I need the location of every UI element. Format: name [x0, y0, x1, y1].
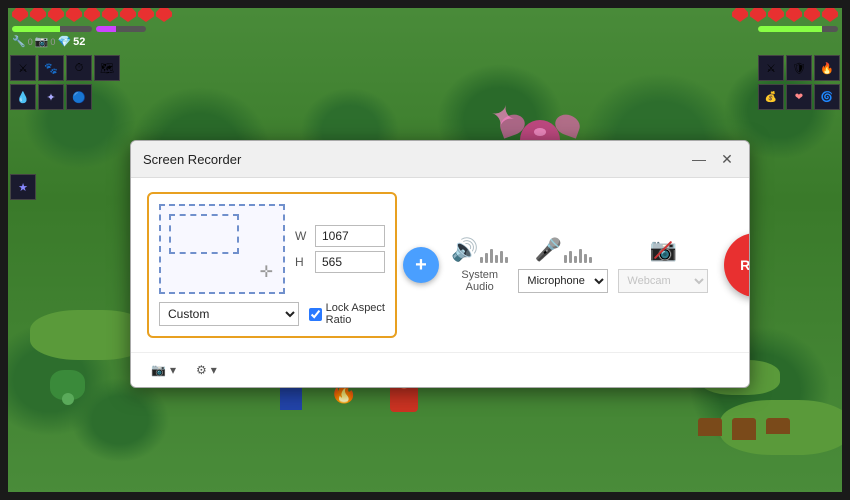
screenshot-chevron: ▾ [170, 363, 176, 377]
enemy-turtle [50, 370, 85, 400]
lock-aspect-text: Lock AspectRatio [326, 302, 385, 326]
heart [156, 8, 172, 22]
add-source-button[interactable]: + [403, 247, 439, 283]
settings-icon: ⚙ [196, 363, 207, 377]
microphone-icon-group: 🎤 [535, 237, 592, 263]
heart [120, 8, 136, 22]
minimize-button[interactable]: — [689, 149, 709, 169]
hud-icon-right: 💰 [758, 84, 784, 110]
heart [768, 8, 784, 22]
dialog-controls: — ✕ [689, 149, 737, 169]
hud-icon-right: 🛡 [786, 55, 812, 81]
settings-toolbar-button[interactable]: ⚙ ▾ [192, 361, 221, 379]
vol-dot [495, 255, 498, 263]
game-background: 🔧 0 📷 0 💎 52 [0, 0, 850, 500]
vol-dot [505, 257, 508, 263]
rec-label: REC [740, 257, 750, 273]
lock-aspect-label[interactable]: Lock AspectRatio [309, 302, 385, 326]
hud-icon: ⏱ [66, 55, 92, 81]
rec-button[interactable]: REC [724, 233, 750, 297]
heart [84, 8, 100, 22]
vol-dot [569, 251, 572, 263]
heart [12, 8, 28, 22]
vol-dot [490, 249, 493, 263]
heart [732, 8, 748, 22]
width-label: W [295, 229, 309, 243]
dialog-toolbar: 📷 ▾ ⚙ ▾ [131, 352, 749, 387]
mic-volume-dots [564, 249, 592, 263]
vol-dot [579, 249, 582, 263]
width-input[interactable] [315, 225, 385, 247]
vol-dot [564, 255, 567, 263]
heart [30, 8, 46, 22]
heart [786, 8, 802, 22]
hud-top: 🔧 0 📷 0 💎 52 [0, 8, 850, 48]
microphone-item: 🎤 Microphone [518, 237, 608, 293]
heart [48, 8, 64, 22]
screenshot-toolbar-button[interactable]: 📷 ▾ [147, 361, 180, 379]
vol-dot [485, 253, 488, 263]
hud-icon-right: 🔥 [814, 55, 840, 81]
region-bottom: Custom Full Screen 1920×1080 1280×720 Lo… [159, 302, 385, 326]
hud-icon: 🗺 [94, 55, 120, 81]
hud-icon: 🐾 [38, 55, 64, 81]
settings-chevron: ▾ [211, 363, 217, 377]
region-section: ✛ W H [147, 192, 397, 338]
heart [804, 8, 820, 22]
hearts-right [732, 8, 838, 35]
preset-select[interactable]: Custom Full Screen 1920×1080 1280×720 [159, 302, 299, 326]
hud-icon: 💧 [10, 84, 36, 110]
screenshot-icon: 📷 [151, 363, 166, 377]
region-crosshair-icon: ✛ [260, 262, 273, 282]
av-section: 🔊 System Audio [445, 237, 714, 293]
tree-stumps [698, 418, 790, 440]
heart [750, 8, 766, 22]
system-audio-icon-group: 🔊 [451, 237, 508, 263]
hud-icon: ✦ [38, 84, 64, 110]
heart [102, 8, 118, 22]
enemy-red [390, 384, 418, 412]
microphone-icon: 🎤 [535, 237, 562, 263]
dialog-content: ✛ W H [131, 178, 749, 352]
vol-dot [480, 257, 483, 263]
system-audio-item: 🔊 System Audio [451, 237, 508, 293]
hud-icon-right: ⚔ [758, 55, 784, 81]
heart [822, 8, 838, 22]
dialog-overlay: Screen Recorder — ✕ ✛ [130, 140, 750, 388]
region-dashed-border [169, 214, 239, 254]
hud-icon-right: ❤ [786, 84, 812, 110]
heart [66, 8, 82, 22]
dialog-title: Screen Recorder [143, 152, 241, 167]
webcam-select[interactable]: Webcam None [618, 269, 708, 293]
vol-dot [500, 251, 503, 263]
heart [138, 8, 154, 22]
screen-recorder-dialog: Screen Recorder — ✕ ✛ [130, 140, 750, 388]
region-dimensions: W H [295, 225, 385, 273]
system-audio-label: System Audio [451, 269, 508, 293]
width-row: W [295, 225, 385, 247]
close-button[interactable]: ✕ [717, 149, 737, 169]
vol-dot [589, 257, 592, 263]
hud-icon-right: 🌀 [814, 84, 840, 110]
lock-aspect-checkbox[interactable] [309, 308, 322, 321]
hud-icon: ⚔ [10, 55, 36, 81]
height-row: H [295, 251, 385, 273]
hud-icon: 🔵 [66, 84, 92, 110]
coin-count: 52 [73, 36, 85, 48]
height-label: H [295, 255, 309, 269]
microphone-select[interactable]: Microphone Default None [518, 269, 608, 293]
hearts-left: 🔧 0 📷 0 💎 52 [12, 8, 172, 48]
vol-dot [584, 254, 587, 263]
vol-dot [574, 256, 577, 263]
webcam-item: 📷 Webcam None [618, 237, 708, 293]
speaker-icon: 🔊 [451, 237, 478, 263]
region-preview[interactable]: ✛ [159, 204, 285, 294]
volume-dots [480, 249, 508, 263]
webcam-icon: 📷 [650, 237, 677, 263]
hud-icon: ★ [10, 174, 36, 200]
dialog-titlebar: Screen Recorder — ✕ [131, 141, 749, 178]
height-input[interactable] [315, 251, 385, 273]
